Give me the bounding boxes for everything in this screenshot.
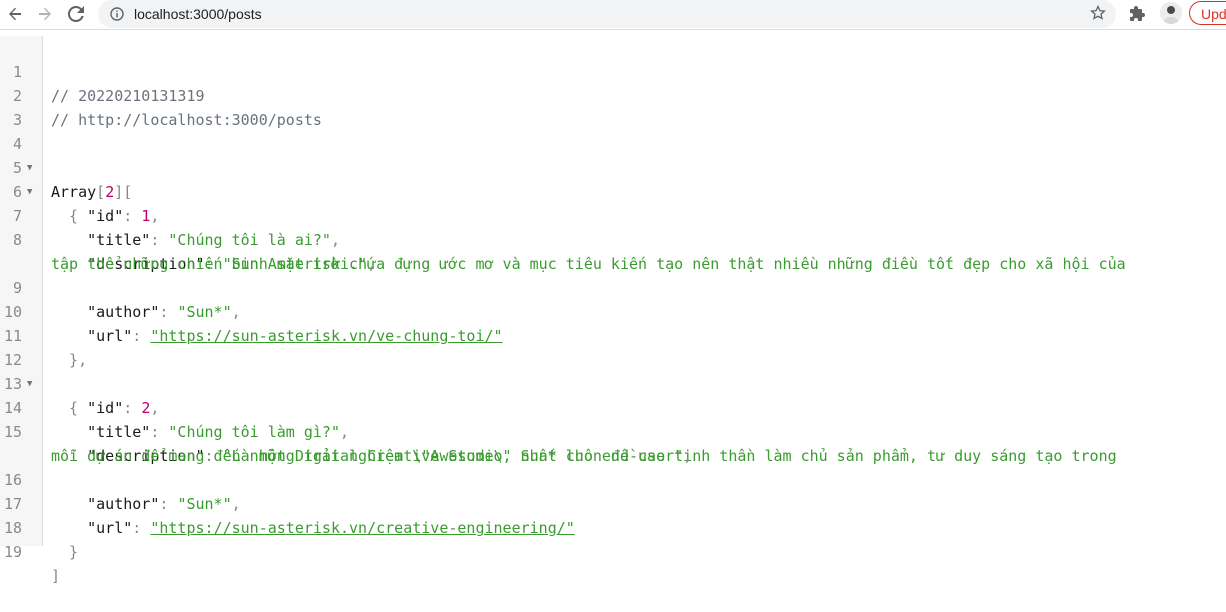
update-button[interactable]: Update: [1189, 1, 1226, 25]
reload-button[interactable]: [61, 0, 91, 28]
code-line-wrap: tập thể những chiến binh mặt trời.",: [0, 228, 1226, 273]
code-line-wrap: mỗi dự án để mang đến những trải nghiệm …: [0, 420, 1226, 465]
code-line: 10 "url": "https://sun-asterisk.vn/ve-ch…: [0, 276, 1226, 345]
code-line: 9 "author": "Sun*",: [0, 252, 1226, 321]
browser-toolbar: localhost:3000/posts Update: [0, 0, 1226, 30]
json-viewer: 1 // 20220210131319 2 // http://localhos…: [0, 36, 1226, 585]
code-line: 5 ▼ {: [0, 132, 1226, 225]
profile-avatar[interactable]: [1160, 2, 1182, 24]
code-line: 11 },: [0, 300, 1226, 369]
bookmark-star-icon[interactable]: [1090, 4, 1106, 26]
code-line: 7 "title": "Chúng tôi là ai?",: [0, 180, 1226, 249]
code-line: 8 "description": "Sun Asterisk chứa đựng…: [0, 204, 1226, 273]
code-line: 2 // http://localhost:3000/posts: [0, 60, 1226, 129]
close-brace: }: [51, 543, 79, 561]
reload-icon: [68, 6, 84, 22]
code-line: 15 "description": "Là một Digital Creati…: [0, 396, 1226, 465]
code-line: 17 "url": "https://sun-asterisk.vn/creat…: [0, 468, 1226, 537]
address-bar[interactable]: localhost:3000/posts: [98, 0, 1116, 28]
code-line: 13 "id": 2,: [0, 348, 1226, 417]
site-info-icon[interactable]: [110, 7, 124, 21]
arrow-right-icon: [39, 7, 51, 21]
arrow-left-icon: [9, 7, 21, 21]
code-line: 6 "id": 1,: [0, 156, 1226, 225]
code-line: 1 // 20220210131319: [0, 36, 1226, 105]
forward-button[interactable]: [30, 0, 60, 28]
back-button[interactable]: [0, 0, 30, 28]
url-text[interactable]: localhost:3000/posts: [134, 6, 262, 22]
code-line: 4 ▼ Array[2][: [0, 108, 1226, 201]
code-line: 18 }: [0, 492, 1226, 561]
code-line: 19 ]: [0, 516, 1226, 585]
extensions-puzzle-icon[interactable]: [1129, 5, 1147, 28]
code-line: 14 "title": "Chúng tôi làm gì?",: [0, 372, 1226, 441]
code-line: 16 "author": "Sun*",: [0, 444, 1226, 513]
code-line: 12 ▼ {: [0, 324, 1226, 417]
close-bracket: ]: [51, 567, 61, 585]
code-line: 3: [0, 84, 1226, 129]
line-number: 19: [3, 543, 22, 561]
